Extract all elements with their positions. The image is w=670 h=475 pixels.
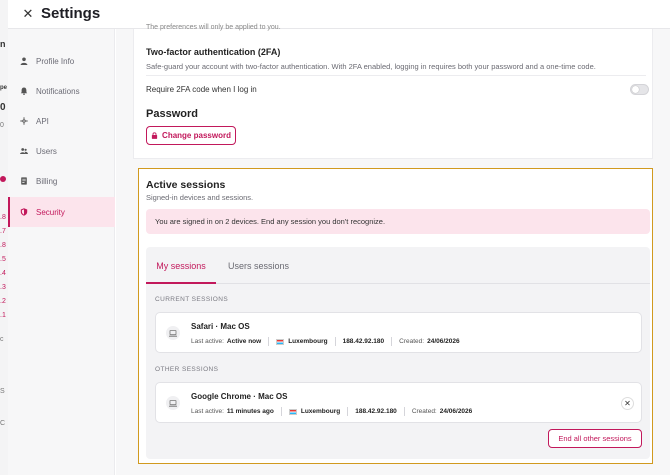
two-factor-description: Safe-guard your account with two-factor … bbox=[146, 62, 596, 71]
sidebar-item-label: Users bbox=[36, 146, 57, 156]
divider bbox=[403, 407, 405, 416]
settings-sidebar: Profile Info Notifications API Users Bil… bbox=[8, 29, 115, 475]
divider bbox=[391, 337, 393, 346]
two-factor-title: Two-factor authentication (2FA) bbox=[146, 47, 281, 57]
active-sessions-subtitle: Signed-in devices and sessions. bbox=[146, 193, 254, 202]
sidebar-item-api[interactable]: API bbox=[8, 106, 115, 136]
session-ip: 188.42.92.180 bbox=[342, 338, 385, 345]
tab-my-sessions[interactable]: My sessions bbox=[146, 261, 216, 284]
session-country: Luxembourg bbox=[300, 408, 341, 415]
divider bbox=[268, 337, 270, 346]
security-content: The preferences will only be applied to … bbox=[116, 24, 670, 475]
require-2fa-toggle[interactable] bbox=[630, 84, 649, 95]
laptop-icon bbox=[166, 396, 180, 410]
last-active-label: Last active: bbox=[191, 338, 224, 345]
shield-icon bbox=[20, 208, 28, 216]
close-icon[interactable]: ✕ bbox=[22, 6, 34, 22]
current-session-row: Safari · Mac OS Last active: Active now … bbox=[155, 312, 642, 353]
divider bbox=[334, 337, 336, 346]
user-icon bbox=[20, 57, 28, 65]
require-2fa-label: Require 2FA code when I log in bbox=[146, 85, 257, 94]
sidebar-item-profile-info[interactable]: Profile Info bbox=[8, 46, 115, 76]
change-password-label: Change password bbox=[162, 131, 231, 140]
created-label: Created: bbox=[411, 408, 437, 415]
divider bbox=[347, 407, 349, 416]
session-meta: Last active: Active now Luxembourg 188.4… bbox=[191, 337, 460, 346]
session-meta: Last active: 11 minutes ago Luxembourg 1… bbox=[191, 407, 472, 416]
end-all-other-sessions-button[interactable]: End all other sessions bbox=[548, 429, 642, 448]
sessions-alert: You are signed in on 2 devices. End any … bbox=[146, 209, 650, 234]
settings-header: ✕ Settings bbox=[8, 0, 670, 29]
sidebar-item-label: Billing bbox=[36, 176, 58, 186]
session-country: Luxembourg bbox=[288, 338, 328, 345]
sessions-panel: My sessions Users sessions CURRENT SESSI… bbox=[146, 247, 650, 459]
bell-icon bbox=[20, 87, 28, 95]
session-created: 24/06/2026 bbox=[439, 408, 473, 415]
session-device: Google Chrome · Mac OS bbox=[191, 392, 288, 401]
current-sessions-label: CURRENT SESSIONS bbox=[155, 296, 229, 303]
sidebar-item-label: Notifications bbox=[36, 86, 80, 96]
created-label: Created: bbox=[399, 338, 425, 345]
active-sessions-card: Active sessions Signed-in devices and se… bbox=[138, 168, 653, 464]
sidebar-item-label: Security bbox=[36, 207, 65, 217]
sessions-tabs: My sessions Users sessions bbox=[146, 247, 650, 284]
divider bbox=[280, 407, 282, 416]
end-session-close-icon[interactable]: ✕ bbox=[621, 397, 634, 410]
tab-users-sessions[interactable]: Users sessions bbox=[228, 261, 289, 284]
preferences-note: The preferences will only be applied to … bbox=[146, 24, 281, 31]
other-sessions-label: OTHER SESSIONS bbox=[155, 366, 219, 373]
luxembourg-flag-icon bbox=[276, 338, 285, 345]
last-active-label: Last active: bbox=[191, 408, 224, 415]
security-settings-card: The preferences will only be applied to … bbox=[133, 24, 653, 159]
lock-icon bbox=[151, 132, 158, 139]
session-ip: 188.42.92.180 bbox=[355, 408, 397, 415]
sidebar-item-label: Profile Info bbox=[36, 56, 75, 66]
session-last-active: Active now bbox=[226, 338, 262, 345]
other-session-row: Google Chrome · Mac OS Last active: 11 m… bbox=[155, 382, 642, 423]
luxembourg-flag-icon bbox=[288, 408, 297, 415]
session-created: 24/06/2026 bbox=[427, 338, 460, 345]
laptop-icon bbox=[166, 326, 180, 340]
change-password-button[interactable]: Change password bbox=[146, 126, 236, 145]
sidebar-item-users[interactable]: Users bbox=[8, 136, 115, 166]
sidebar-item-billing[interactable]: Billing bbox=[8, 166, 115, 196]
sidebar-item-label: API bbox=[36, 116, 49, 126]
session-last-active: 11 minutes ago bbox=[226, 408, 274, 415]
sidebar-item-security[interactable]: Security bbox=[8, 197, 115, 227]
background-app-strip: n pe 0 0 .8 .7 .8 .5 .4 .3 .2 .1 c S C bbox=[0, 0, 8, 475]
password-title: Password bbox=[146, 108, 198, 120]
billing-icon bbox=[20, 177, 28, 185]
api-icon bbox=[20, 117, 28, 125]
page-title: Settings bbox=[41, 5, 101, 22]
active-sessions-title: Active sessions bbox=[146, 179, 226, 191]
sidebar-item-notifications[interactable]: Notifications bbox=[8, 76, 115, 106]
divider bbox=[146, 75, 646, 76]
session-device: Safari · Mac OS bbox=[191, 322, 250, 331]
users-icon bbox=[20, 147, 28, 155]
